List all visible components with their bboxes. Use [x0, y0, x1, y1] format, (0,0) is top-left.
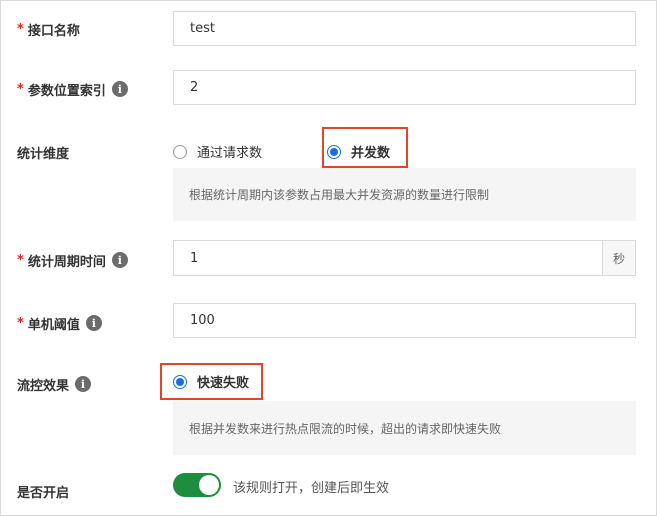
- threshold-input[interactable]: 100: [173, 303, 636, 338]
- flow-effect-label: 流控效果 i: [17, 374, 92, 394]
- threshold-label: * 单机阈值 i: [17, 313, 102, 333]
- unit-suffix: 秒: [602, 241, 635, 275]
- stat-dimension-label: 统计维度: [17, 146, 70, 162]
- api-name-label: * 接口名称: [17, 21, 80, 39]
- radio-concurrency[interactable]: 并发数: [327, 142, 390, 161]
- enable-toggle[interactable]: [173, 473, 221, 497]
- param-index-label: * 参数位置索引 i: [17, 79, 128, 99]
- flow-effect-hint: 根据并发数来进行热点限流的时候，超出的请求即快速失败: [173, 401, 636, 455]
- info-icon[interactable]: i: [111, 252, 128, 268]
- radio-selected-icon: [173, 374, 187, 389]
- api-name-input[interactable]: test: [173, 11, 636, 46]
- param-index-input[interactable]: 2: [173, 70, 636, 105]
- stat-period-label: * 统计周期时间 i: [17, 250, 128, 270]
- radio-fast-fail[interactable]: 快速失败: [173, 372, 249, 391]
- enabled-label: 是否开启: [17, 485, 70, 501]
- enabled-description: 该规则打开，创建后即生效: [233, 481, 390, 496]
- stat-dimension-hint: 根据统计周期内该参数占用最大并发资源的数量进行限制: [173, 168, 636, 221]
- radio-circle-icon: [173, 144, 187, 159]
- info-icon[interactable]: i: [75, 376, 92, 392]
- toggle-knob: [199, 475, 219, 495]
- radio-selected-icon: [327, 144, 341, 159]
- info-icon[interactable]: i: [85, 315, 102, 331]
- info-icon[interactable]: i: [111, 81, 128, 97]
- stat-period-input[interactable]: 1 秒: [173, 240, 636, 276]
- radio-request-count[interactable]: 通过请求数: [173, 142, 262, 161]
